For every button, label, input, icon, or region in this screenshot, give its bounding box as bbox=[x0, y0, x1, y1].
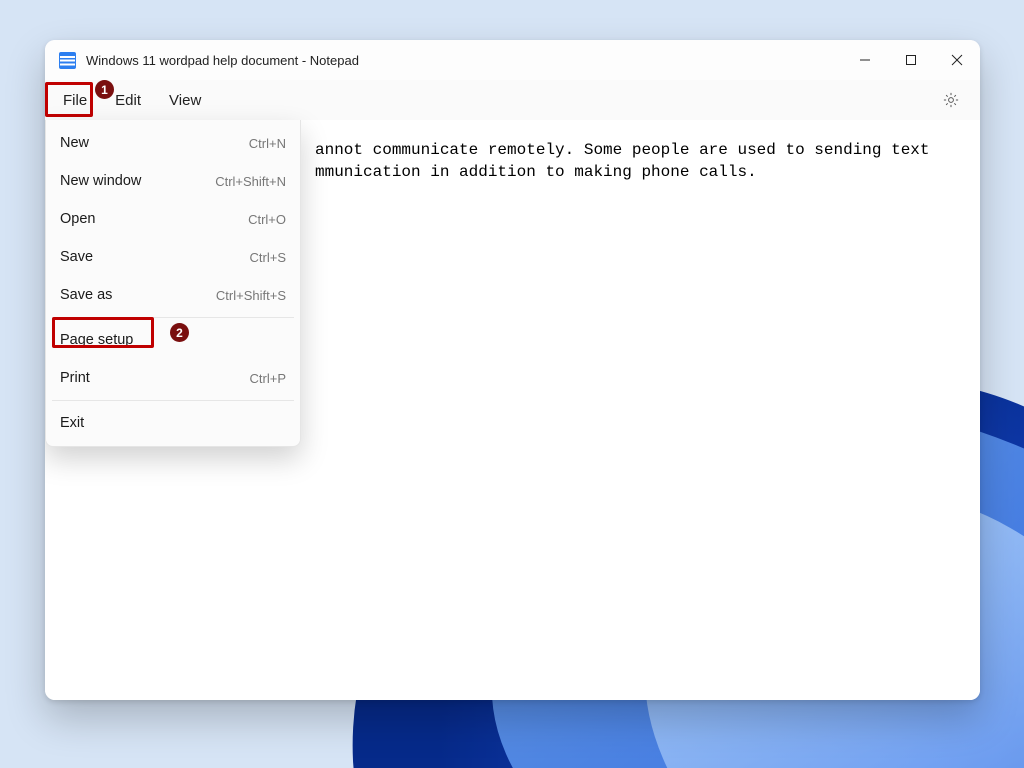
menu-item-shortcut: Ctrl+O bbox=[248, 212, 286, 227]
menu-item-shortcut: Ctrl+S bbox=[250, 250, 286, 265]
editor-area[interactable]: annot communicate remotely. Some people … bbox=[45, 120, 980, 700]
menu-item-label: New window bbox=[60, 173, 215, 189]
file-menu-dropdown: New Ctrl+N New window Ctrl+Shift+N Open … bbox=[45, 120, 301, 447]
menu-item-shortcut: Ctrl+Shift+S bbox=[216, 288, 286, 303]
document-line-1: annot communicate remotely. Some people … bbox=[315, 141, 930, 159]
menu-item-new[interactable]: New Ctrl+N bbox=[46, 124, 300, 162]
menu-item-exit[interactable]: Exit bbox=[46, 404, 300, 442]
notepad-app-icon bbox=[59, 52, 76, 69]
maximize-icon bbox=[905, 54, 917, 66]
menu-item-print[interactable]: Print Ctrl+P bbox=[46, 359, 300, 397]
titlebar[interactable]: Windows 11 wordpad help document - Notep… bbox=[45, 40, 980, 80]
menu-item-label: Save as bbox=[60, 287, 216, 303]
menu-item-shortcut: Ctrl+Shift+N bbox=[215, 174, 286, 189]
notepad-window: Windows 11 wordpad help document - Notep… bbox=[45, 40, 980, 700]
menu-file[interactable]: File bbox=[49, 86, 101, 115]
menu-item-shortcut: Ctrl+N bbox=[249, 136, 286, 151]
menu-item-label: Exit bbox=[60, 415, 286, 431]
menu-item-label: New bbox=[60, 135, 249, 151]
maximize-button[interactable] bbox=[888, 40, 934, 80]
menu-item-save[interactable]: Save Ctrl+S bbox=[46, 238, 300, 276]
minimize-icon bbox=[859, 54, 871, 66]
menu-separator bbox=[52, 317, 294, 318]
settings-button[interactable] bbox=[932, 84, 970, 116]
menu-view[interactable]: View bbox=[155, 86, 215, 115]
gear-icon bbox=[942, 91, 960, 109]
menubar: File Edit View 1 bbox=[45, 80, 980, 120]
menu-item-label: Page setup bbox=[60, 332, 286, 348]
menu-edit[interactable]: Edit bbox=[101, 86, 155, 115]
document-line-2: mmunication in addition to making phone … bbox=[315, 163, 757, 181]
close-button[interactable] bbox=[934, 40, 980, 80]
close-icon bbox=[951, 54, 963, 66]
document-text[interactable]: annot communicate remotely. Some people … bbox=[315, 140, 960, 183]
menu-item-save-as[interactable]: Save as Ctrl+Shift+S bbox=[46, 276, 300, 314]
menu-item-open[interactable]: Open Ctrl+O bbox=[46, 200, 300, 238]
menu-item-label: Save bbox=[60, 249, 250, 265]
menu-separator bbox=[52, 400, 294, 401]
menu-item-new-window[interactable]: New window Ctrl+Shift+N bbox=[46, 162, 300, 200]
window-title: Windows 11 wordpad help document - Notep… bbox=[86, 53, 359, 68]
menu-item-shortcut: Ctrl+P bbox=[250, 371, 286, 386]
menu-item-label: Print bbox=[60, 370, 250, 386]
menu-item-label: Open bbox=[60, 211, 248, 227]
window-controls bbox=[842, 40, 980, 80]
menu-item-page-setup[interactable]: Page setup bbox=[46, 321, 300, 359]
minimize-button[interactable] bbox=[842, 40, 888, 80]
